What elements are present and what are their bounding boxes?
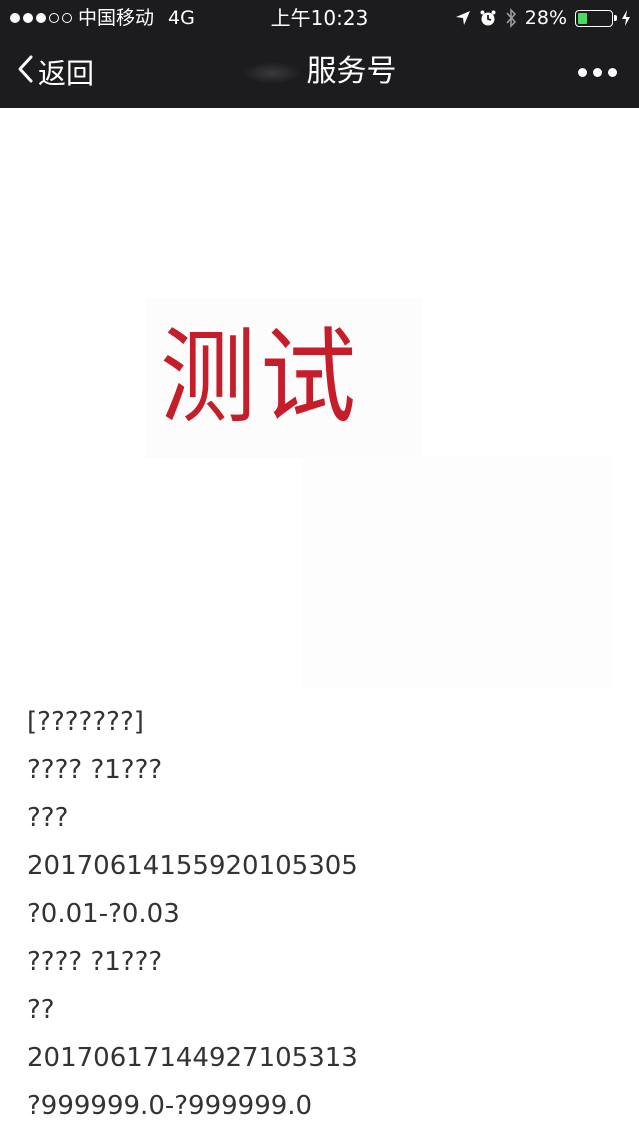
navigation-bar: 返回 服务号 xyxy=(0,36,639,108)
page-title-text: 服务号 xyxy=(306,54,397,89)
bluetooth-icon xyxy=(505,8,517,28)
test-image-text: 测试 xyxy=(160,316,360,438)
message-line: 20170617144927105313 xyxy=(27,1043,358,1073)
message-line: ???? ?1??? xyxy=(27,947,163,977)
battery-cap xyxy=(614,14,617,21)
message-text-lines: [???????] ???? ?1?????? 201706141559201053… xyxy=(27,698,627,1130)
status-right: 28% xyxy=(455,0,631,36)
message-line: ??? xyxy=(27,803,69,833)
blurred-account-name xyxy=(242,61,301,84)
message-line: ???? ?1??? xyxy=(27,755,163,785)
alarm-clock-icon xyxy=(479,9,497,27)
message-line: ?0.01-?0.03 xyxy=(27,899,180,929)
message-line: [???????] xyxy=(27,707,144,737)
more-dot xyxy=(593,67,602,77)
more-dot xyxy=(608,67,617,77)
location-arrow-icon xyxy=(455,10,471,26)
more-dot xyxy=(578,67,587,77)
page-title: 服务号 xyxy=(0,36,639,108)
charging-bolt-icon xyxy=(621,9,631,27)
message-line: ?? xyxy=(27,995,55,1025)
top-bar: 中国移动 4G 上午10:23 28% 返回 服务号 xyxy=(0,0,639,108)
battery-icon xyxy=(575,9,617,27)
message-content: 测试 [???????] ???? ?1?????? 201706141559201… xyxy=(0,108,639,1136)
message-line: 20170614155920105305 xyxy=(27,851,358,881)
status-bar: 中国移动 4G 上午10:23 28% xyxy=(0,0,639,36)
phone-screen: 中国移动 4G 上午10:23 28% 返回 服务号 测试 [???????] … xyxy=(0,0,639,1136)
battery-percent: 28% xyxy=(524,7,567,29)
image-background-lower xyxy=(302,456,612,688)
message-line: ?999999.0-?999999.0 xyxy=(27,1091,313,1121)
battery-level xyxy=(578,12,587,24)
more-options-button[interactable] xyxy=(578,36,617,108)
